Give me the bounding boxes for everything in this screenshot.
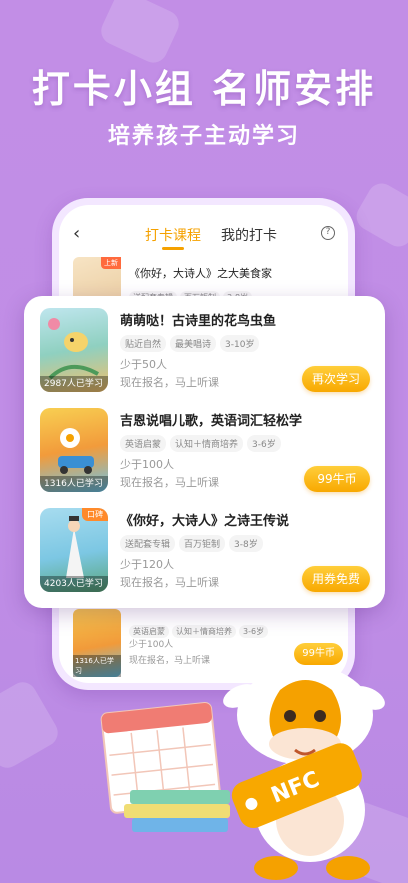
course-thumbnail: 1316人已学习 bbox=[40, 408, 108, 492]
tag: 3-8岁 bbox=[229, 535, 263, 552]
enroll-status: 现在报名，马上听课 bbox=[120, 576, 219, 589]
course-tags: 贴近自然 最美唱诗 3-10岁 bbox=[120, 332, 263, 352]
tab-my-checkins[interactable]: 我的打卡 bbox=[221, 225, 277, 245]
price-button[interactable]: 99牛币 bbox=[304, 466, 370, 492]
course-tags: 英语启蒙 认知＋情商培养 3-6岁 bbox=[120, 432, 285, 452]
question-circle-icon[interactable]: ? bbox=[321, 226, 335, 240]
decorative-tag-right bbox=[351, 178, 408, 252]
list-item[interactable]: 2987人已学习 萌萌哒！古诗里的花鸟虫鱼 贴近自然 最美唱诗 3-10岁 少于50… bbox=[40, 308, 370, 398]
learner-count: 1316人已学习 bbox=[40, 476, 108, 492]
tag: 认知＋情商培养 bbox=[172, 625, 236, 638]
course-title: 《你好，大诗人》之诗王传说 bbox=[120, 514, 290, 529]
tag: 最美唱诗 bbox=[170, 335, 217, 352]
course-title: 吉恩说唱儿歌，英语词汇轻松学 bbox=[120, 414, 303, 429]
mascot-illustration: NFC bbox=[100, 665, 385, 880]
tag: 认知＋情商培养 bbox=[170, 435, 244, 452]
list-item[interactable]: 口碑 4203人已学习 《你好，大诗人》之诗王传说 送配套专辑 百万钜制 3-8岁 … bbox=[40, 508, 370, 598]
course-thumbnail: 口碑 4203人已学习 bbox=[40, 508, 108, 592]
active-tab-indicator bbox=[162, 247, 184, 250]
tab-checkin-courses[interactable]: 打卡课程 bbox=[145, 225, 201, 245]
study-again-button[interactable]: 再次学习 bbox=[301, 366, 370, 392]
class-size: 少于120人 bbox=[120, 558, 174, 571]
class-size: 少于100人 bbox=[120, 458, 174, 471]
course-thumbnail: 2987人已学习 bbox=[40, 308, 108, 392]
tag: 送配套专辑 bbox=[120, 535, 176, 552]
tag: 3-10岁 bbox=[220, 335, 260, 352]
decorative-tag-left bbox=[0, 677, 63, 773]
new-badge: 上新 bbox=[101, 257, 121, 269]
course-title: 《你好，大诗人》之大美食家 bbox=[129, 267, 272, 280]
phone-nav-bar: ‹ 打卡课程 我的打卡 ? bbox=[59, 223, 348, 250]
learner-count: 2987人已学习 bbox=[40, 376, 108, 392]
course-title: 萌萌哒！古诗里的花鸟虫鱼 bbox=[120, 314, 277, 329]
course-tags: 送配套专辑百万钜制3-8岁 bbox=[120, 532, 267, 552]
tag: 3-6岁 bbox=[239, 625, 269, 638]
course-list-card: 2987人已学习 萌萌哒！古诗里的花鸟虫鱼 贴近自然 最美唱诗 3-10岁 少于50… bbox=[24, 296, 385, 608]
enroll-status: 现在报名，马上听课 bbox=[120, 476, 219, 489]
headline: 打卡小组 名师安排 bbox=[31, 67, 377, 111]
course-tags: 英语启蒙 认知＋情商培养 3-6岁 bbox=[129, 619, 271, 638]
tag: 贴近自然 bbox=[120, 335, 167, 352]
free-with-coupon-button[interactable]: 用券免费 bbox=[301, 566, 370, 592]
books-icon bbox=[124, 790, 230, 832]
learner-count: 4203人已学习 bbox=[40, 576, 108, 592]
class-size: 少于100人 bbox=[129, 640, 174, 650]
list-item[interactable]: 1316人已学习 吉恩说唱儿歌，英语词汇轻松学 英语启蒙 认知＋情商培养 3-6岁 … bbox=[40, 408, 370, 498]
word-of-mouth-badge: 口碑 bbox=[82, 508, 108, 521]
class-size: 少于50人 bbox=[120, 358, 167, 371]
tag: 3-6岁 bbox=[247, 435, 281, 452]
enroll-status: 现在报名，马上听课 bbox=[120, 376, 219, 389]
tag: 百万钜制 bbox=[179, 535, 226, 552]
tag: 英语启蒙 bbox=[120, 435, 167, 452]
subline: 培养孩子主动学习 bbox=[107, 124, 300, 149]
back-arrow-icon[interactable]: ‹ bbox=[73, 223, 80, 244]
